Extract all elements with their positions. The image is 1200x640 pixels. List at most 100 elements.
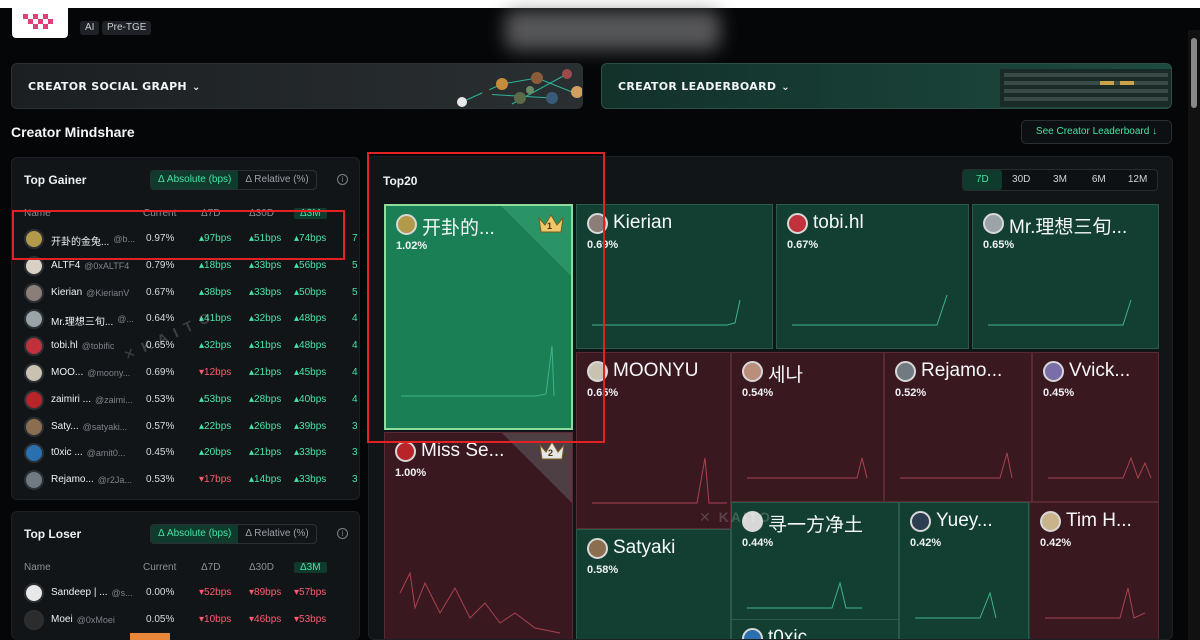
timeframe-12m[interactable]: 12M — [1118, 170, 1157, 190]
panel-title: Top Loser — [24, 527, 82, 541]
treemap-tile[interactable]: Vvick... 0.45% — [1032, 352, 1159, 502]
current-value: 0.97% — [146, 233, 175, 244]
relative-toggle[interactable]: Δ Relative (%) — [238, 171, 315, 189]
table-row[interactable]: Kierian @KierianV 0.67% ▴38bps ▴33bps ▴50bps 5 — [12, 280, 359, 306]
avatar[interactable] — [24, 416, 44, 437]
delta-3m: ▴33bps — [294, 474, 327, 486]
treemap-tile[interactable]: Satyaki 0.58% — [576, 529, 731, 639]
avatar[interactable] — [24, 309, 44, 330]
table-row[interactable]: Saty... @satyaki... 0.57% ▴22bps ▴26bps ▴39bp… — [12, 414, 359, 440]
creator-name[interactable]: Sandeep | ... — [51, 587, 108, 598]
project-logo[interactable] — [12, 8, 68, 38]
delta-7d: ▾12bps — [199, 367, 232, 378]
avatar[interactable] — [24, 443, 44, 464]
treemap-tile[interactable]: t0xic — [731, 619, 899, 639]
creator-name[interactable]: 开卦的金兔... — [51, 233, 109, 248]
col-d3m[interactable]: Δ3M — [294, 208, 327, 219]
delta-30d: ▴33bps — [249, 259, 282, 271]
col-d30[interactable]: Δ30D — [249, 208, 274, 219]
treemap-tile[interactable]: 开卦的... 1.02% 1 — [384, 204, 573, 430]
delta-30d: ▴21bps — [249, 447, 282, 459]
creator-name[interactable]: Saty... — [51, 421, 79, 432]
col-d7[interactable]: Δ7D — [201, 562, 220, 573]
loser-mode-toggle: Δ Absolute (bps) Δ Relative (%) — [150, 524, 317, 544]
avatar[interactable] — [24, 389, 44, 410]
delta-7d: ▴32bps — [199, 340, 232, 352]
avatar[interactable] — [24, 583, 44, 603]
col-d7[interactable]: Δ7D — [201, 208, 220, 219]
creator-name[interactable]: zaimiri ... — [51, 394, 91, 405]
treemap-tile[interactable]: Miss Se... 1.00% 2 — [384, 432, 573, 639]
section-title: Creator Mindshare — [11, 124, 135, 140]
avatar[interactable] — [24, 255, 44, 276]
creator-name[interactable]: Moei — [51, 614, 73, 625]
current-value: 0.64% — [146, 313, 175, 325]
creator-name[interactable]: Kierian — [51, 287, 82, 298]
table-row[interactable]: t0xic ... @amit0... 0.45% ▴20bps ▴21bps ▴33bp… — [12, 440, 359, 466]
absolute-toggle[interactable]: Δ Absolute (bps) — [151, 525, 239, 543]
avatar[interactable] — [24, 282, 44, 303]
avatar[interactable] — [24, 229, 44, 249]
col-name[interactable]: Name — [24, 562, 51, 573]
tag-badge-ai: AI — [80, 21, 100, 35]
creator-name[interactable]: MOO... — [51, 367, 83, 378]
col-name[interactable]: Name — [24, 208, 51, 219]
creator-handle: @0xMoei — [76, 614, 115, 625]
banner-title-text: CREATOR SOCIAL GRAPH — [28, 80, 187, 93]
creator-leaderboard-banner[interactable]: CREATOR LEADERBOARD ⌄ — [601, 63, 1172, 109]
creator-name[interactable]: t0xic ... — [51, 447, 83, 458]
avatar[interactable] — [24, 363, 44, 383]
current-value: 0.00% — [146, 587, 175, 598]
col-d3m[interactable]: Δ3M — [294, 562, 327, 573]
treemap-tile[interactable]: 세나 0.54% — [731, 352, 884, 502]
col-current[interactable]: Current — [143, 562, 176, 573]
table-row[interactable]: MOO... @moony... 0.69% ▾12bps ▴21bps ▴45bps 4 — [12, 360, 359, 386]
scrollbar-thumb[interactable] — [1191, 38, 1197, 108]
relative-toggle[interactable]: Δ Relative (%) — [238, 525, 315, 543]
treemap-tile[interactable]: MOONYU 0.65% — [576, 352, 731, 529]
treemap-tile[interactable]: Mr.理想三旬... 0.65% — [972, 204, 1159, 349]
delta-3m: ▴74bps — [294, 233, 327, 244]
treemap-tile[interactable]: Tim H... 0.42% — [1029, 502, 1159, 639]
logo-icon — [23, 14, 53, 29]
timeframe-6m[interactable]: 6M — [1079, 170, 1118, 190]
timeframe-7d[interactable]: 7D — [963, 170, 1002, 190]
treemap-tile[interactable]: Kierian 0.69% — [576, 204, 773, 349]
vertical-scrollbar[interactable] — [1188, 30, 1200, 640]
absolute-toggle[interactable]: Δ Absolute (bps) — [151, 171, 239, 189]
avatar[interactable] — [24, 470, 44, 491]
table-row[interactable]: Moei @0xMoei 0.05% ▾10bps ▾46bps ▾53bps — [12, 607, 359, 633]
avatar[interactable] — [24, 336, 44, 357]
avatar — [742, 628, 763, 639]
creator-name[interactable]: Rejamo... — [51, 474, 94, 485]
creator-name[interactable]: Mr.理想三旬... — [51, 313, 113, 328]
table-row[interactable]: zaimiri ... @zaimi... 0.53% ▴53bps ▴28bps ▴40… — [12, 387, 359, 413]
info-icon[interactable]: i — [337, 528, 348, 539]
delta-7d: ▴53bps — [199, 393, 232, 405]
current-value: 0.53% — [146, 474, 175, 486]
clipped-value: 3 — [352, 420, 358, 432]
col-current[interactable]: Current — [143, 208, 176, 219]
creator-handle: @s... — [111, 588, 133, 598]
see-leaderboard-button[interactable]: See Creator Leaderboard ↓ — [1021, 120, 1172, 144]
current-value: 0.79% — [146, 259, 175, 271]
table-row[interactable]: 开卦的金兔... @b... 0.97% ▴97bps ▴51bps ▴74bps 7 — [12, 226, 359, 252]
treemap-tile[interactable]: Yuey... 0.42% — [899, 502, 1029, 639]
treemap-tile[interactable]: Rejamo... 0.52% — [884, 352, 1032, 502]
creator-name[interactable]: tobi.hl — [51, 340, 78, 351]
col-d30[interactable]: Δ30D — [249, 562, 274, 573]
creator-name[interactable]: ALTF4 — [51, 260, 80, 271]
treemap-tile[interactable]: tobi.hl 0.67% — [776, 204, 969, 349]
creator-handle: @r2Ja... — [97, 475, 132, 486]
table-row[interactable]: Sandeep | ... @s... 0.00% ▾52bps ▾89bps ▾57bp… — [12, 580, 359, 606]
avatar[interactable] — [24, 609, 44, 630]
table-row[interactable]: Rejamo... @r2Ja... 0.53% ▾17bps ▴14bps ▴33bps… — [12, 467, 359, 493]
timeframe-30d[interactable]: 30D — [1002, 170, 1041, 190]
clipped-value: 4 — [352, 313, 358, 325]
creator-handle: @0xALTF4 — [84, 260, 130, 271]
banner-title: CREATOR LEADERBOARD ⌄ — [618, 80, 790, 93]
creator-social-graph-banner[interactable]: CREATOR SOCIAL GRAPH ⌄ — [11, 63, 583, 109]
timeframe-3m[interactable]: 3M — [1041, 170, 1080, 190]
info-icon[interactable]: i — [337, 174, 348, 185]
table-row[interactable]: ALTF4 @0xALTF4 0.79% ▴18bps ▴33bps ▴56bps 5 — [12, 253, 359, 279]
